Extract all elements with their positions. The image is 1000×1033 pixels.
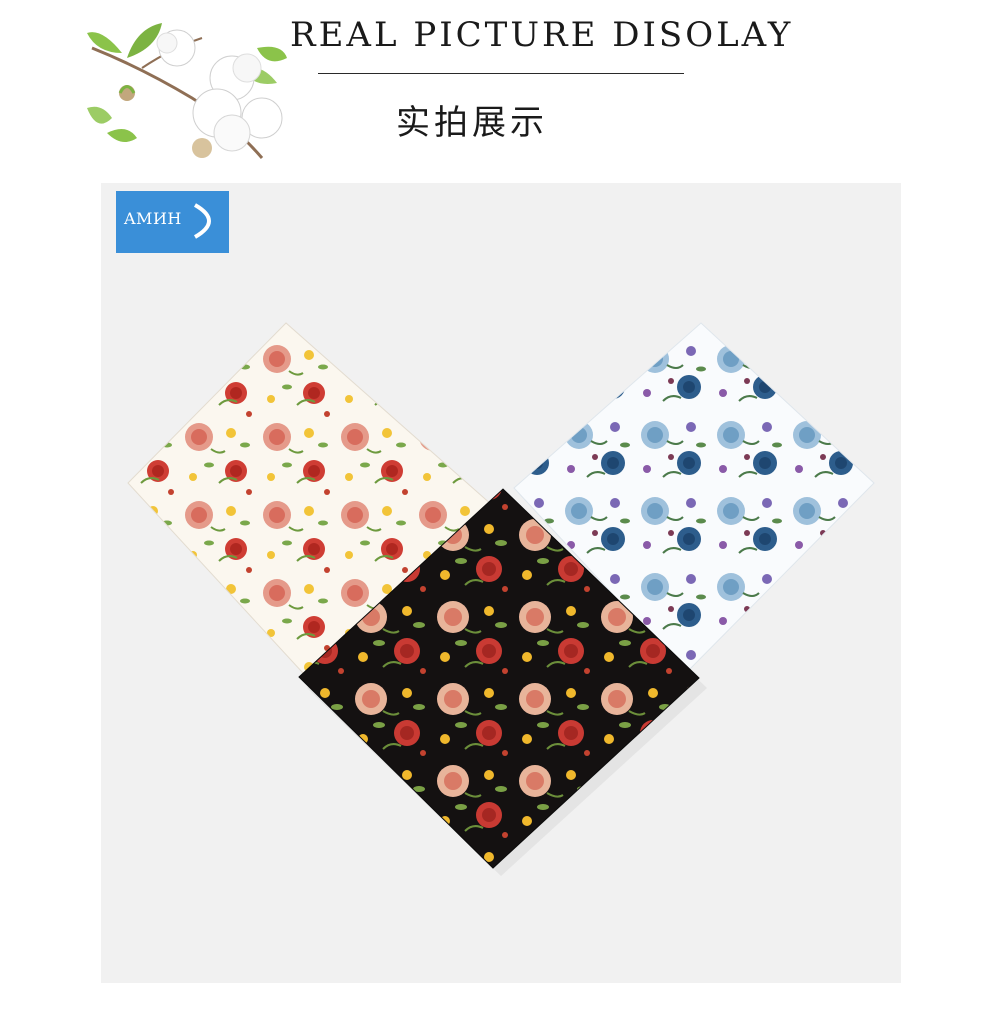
- brand-logo: AMИH: [116, 191, 229, 253]
- handkerchief-group: [127, 322, 875, 876]
- title-divider: [318, 73, 684, 74]
- product-photo: AMИH: [101, 183, 901, 983]
- title-chinese: 实拍展示: [396, 103, 548, 143]
- brand-arc-icon: [193, 203, 211, 239]
- brand-logo-text: AMИH: [124, 209, 182, 228]
- title-english: REAL PICTURE DISOLAY: [290, 15, 794, 55]
- page-header: REAL PICTURE DISOLAY 实拍展示: [0, 0, 1000, 175]
- cotton-branch-illustration: [87, 23, 287, 159]
